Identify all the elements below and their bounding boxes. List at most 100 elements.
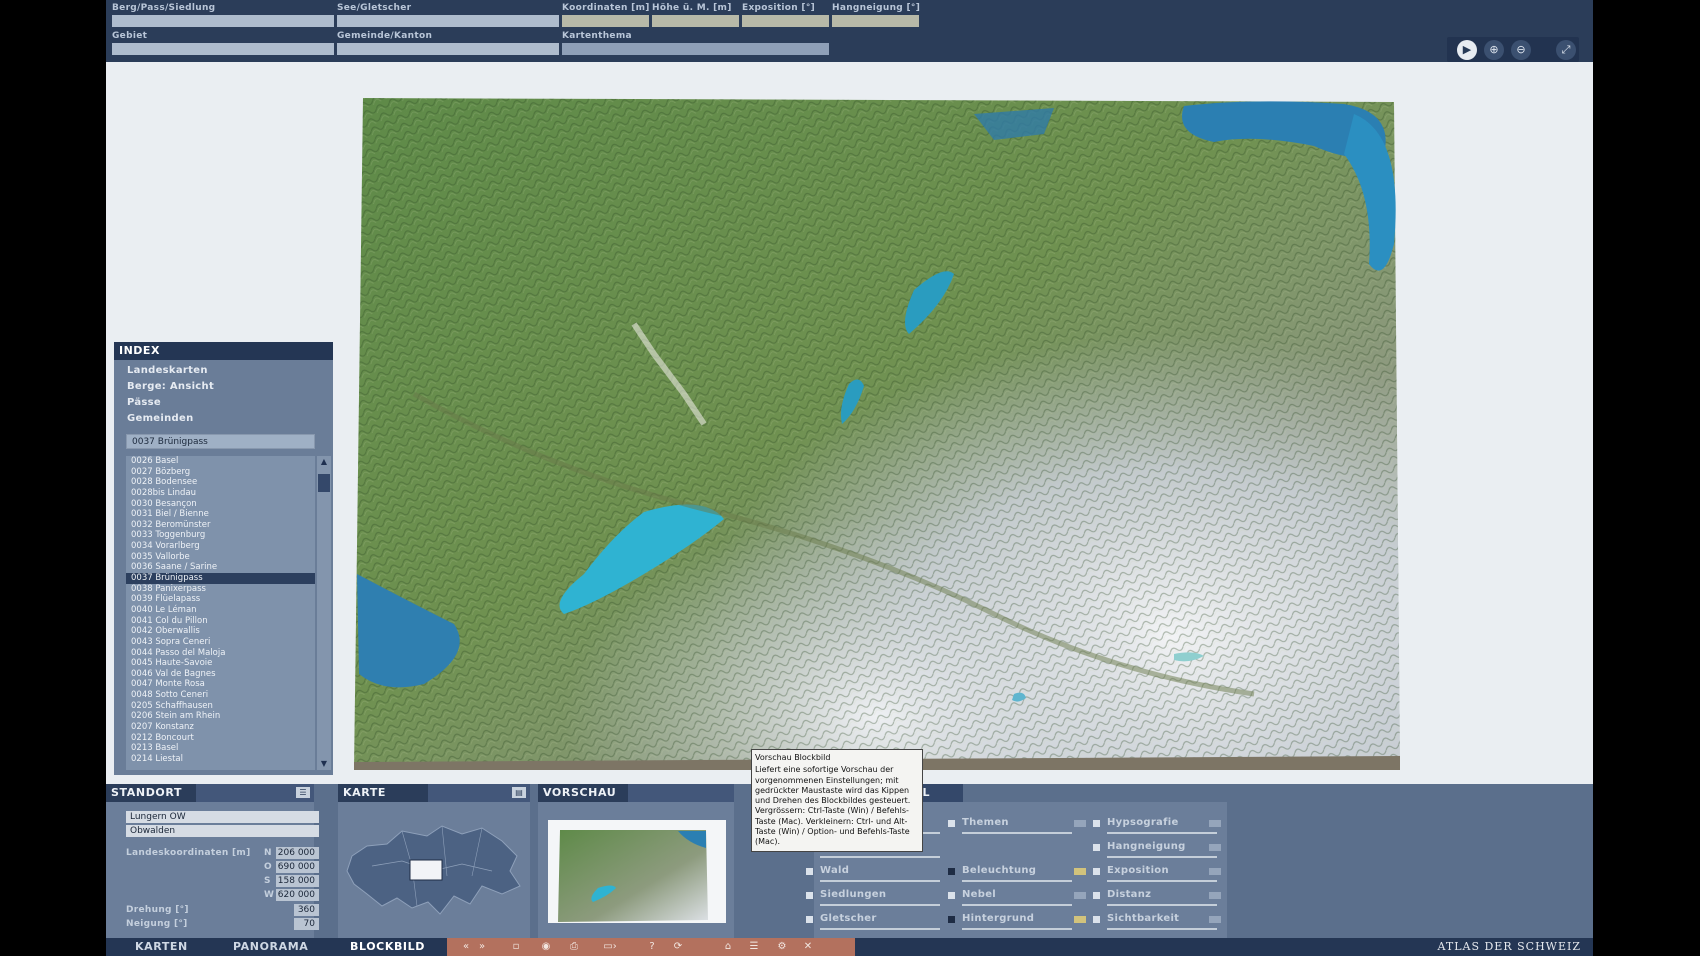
- index-list-item[interactable]: 0047 Monte Rosa: [126, 679, 315, 690]
- field-gebiet: [112, 43, 334, 55]
- help-icon[interactable]: ?: [643, 939, 661, 955]
- index-list-item[interactable]: 0034 Vorarlberg: [126, 541, 315, 552]
- index-list-item[interactable]: 0212 Boncourt: [126, 733, 315, 744]
- field-label-koordinaten: Koordinaten [m]: [562, 3, 650, 13]
- layer-gletscher[interactable]: Gletscher: [806, 912, 940, 932]
- place-field[interactable]: Lungern OW: [126, 811, 319, 823]
- forward-icon[interactable]: »: [473, 939, 491, 955]
- index-list-item[interactable]: 0036 Saane / Sarine: [126, 562, 315, 573]
- layer-beleuchtung[interactable]: Beleuchtung: [948, 864, 1088, 884]
- index-category-paesse[interactable]: Pässe: [127, 397, 161, 408]
- scroll-up-icon[interactable]: ▲: [317, 456, 331, 468]
- layers-titlebar: [963, 784, 1227, 802]
- index-list-item[interactable]: 0028 Bodensee: [126, 477, 315, 488]
- neigung-label: Neigung [°]: [126, 919, 188, 929]
- index-list-item[interactable]: 0040 Le Léman: [126, 605, 315, 616]
- index-list-item[interactable]: 0039 Flüelapass: [126, 594, 315, 605]
- scroll-down-icon[interactable]: ▼: [317, 758, 331, 770]
- scroll-thumb[interactable]: [318, 474, 330, 492]
- index-list-item[interactable]: 0044 Passo del Maloja: [126, 648, 315, 659]
- n-value[interactable]: 206 000: [276, 847, 319, 859]
- index-list-item[interactable]: 0032 Beromünster: [126, 520, 315, 531]
- field-hangneigung: [832, 15, 919, 27]
- tool-strip: « » ▫ ◉ ⎙ ▭› ? ⟳ ⌂ ☰ ⚙ ✕: [447, 938, 855, 956]
- index-list-item[interactable]: 0205 Schaffhausen: [126, 701, 315, 712]
- close-icon[interactable]: ✕: [799, 939, 817, 955]
- layer-siedlungen[interactable]: Siedlungen: [806, 888, 940, 908]
- index-list-item[interactable]: 0035 Vallorbe: [126, 552, 315, 563]
- index-list-item[interactable]: 0026 Basel: [126, 456, 315, 467]
- zoom-in-icon[interactable]: ⊕: [1484, 40, 1504, 60]
- index-list-item[interactable]: 0214 Liestal: [126, 754, 315, 765]
- zoom-out-icon[interactable]: ⊖: [1511, 40, 1531, 60]
- trash-icon[interactable]: ▫: [507, 939, 525, 955]
- index-search-input[interactable]: 0037 Brünigpass: [126, 434, 315, 449]
- tooltip-text: Liefert eine sofortige Vorschau der vorg…: [755, 765, 911, 847]
- terrain-block[interactable]: [354, 94, 1400, 770]
- field-exposition: [742, 15, 829, 27]
- field-berg: [112, 15, 334, 27]
- rotate-icon[interactable]: ⟳: [669, 939, 687, 955]
- print-icon[interactable]: ⎙: [565, 939, 583, 955]
- index-list-item[interactable]: 0042 Oberwallis: [126, 626, 315, 637]
- n-label: N: [264, 848, 272, 858]
- index-list-item[interactable]: 0045 Haute-Savoie: [126, 658, 315, 669]
- map-icon[interactable]: ▤: [512, 787, 526, 798]
- karte-title: KARTE: [338, 784, 428, 802]
- index-list-item[interactable]: 0207 Konstanz: [126, 722, 315, 733]
- index-list-item[interactable]: 0048 Sotto Ceneri: [126, 690, 315, 701]
- layer-sichtbarkeit[interactable]: Sichtbarkeit: [1093, 912, 1223, 932]
- layer-exposition[interactable]: Exposition: [1093, 864, 1223, 884]
- index-list-item[interactable]: 0027 Bözberg: [126, 467, 315, 478]
- layer-themen[interactable]: Themen: [948, 816, 1088, 836]
- play-icon[interactable]: ▶: [1457, 40, 1477, 60]
- layer-wald[interactable]: Wald: [806, 864, 940, 884]
- nav-tab-panorama[interactable]: PANORAMA: [233, 938, 308, 956]
- nav-tab-karten[interactable]: KARTEN: [135, 938, 188, 956]
- index-list-item[interactable]: 0031 Biel / Bienne: [126, 509, 315, 520]
- index-list-item[interactable]: 0043 Sopra Ceneri: [126, 637, 315, 648]
- export-icon[interactable]: ▭›: [597, 939, 623, 955]
- neigung-value[interactable]: 70: [294, 918, 319, 930]
- index-list[interactable]: 0026 Basel 0027 Bözberg 0028 Bodensee 0028b…: [126, 456, 315, 770]
- canton-field[interactable]: Obwalden: [126, 825, 319, 837]
- w-value[interactable]: 620 000: [276, 889, 319, 901]
- layer-hangneigung[interactable]: Hangneigung: [1093, 840, 1223, 860]
- layer-hypsografie[interactable]: Hypsografie: [1093, 816, 1223, 836]
- gear-icon[interactable]: ⚙: [773, 939, 791, 955]
- field-label-berg: Berg/Pass/Siedlung: [112, 3, 216, 13]
- index-list-item[interactable]: 0041 Col du Pillon: [126, 616, 315, 627]
- index-category-gemeinden[interactable]: Gemeinden: [127, 413, 194, 424]
- index-list-item[interactable]: 0046 Val de Bagnes: [126, 669, 315, 680]
- index-scrollbar[interactable]: ▲ ▼: [317, 456, 331, 770]
- index-list-item[interactable]: 0030 Besançon: [126, 499, 315, 510]
- index-category-landeskarten[interactable]: Landeskarten: [127, 365, 208, 376]
- index-list-item[interactable]: 0038 Panixerpass: [126, 584, 315, 595]
- index-list-item[interactable]: 0028bis Lindau: [126, 488, 315, 499]
- index-list-item[interactable]: 0033 Toggenburg: [126, 530, 315, 541]
- s-value[interactable]: 158 000: [276, 875, 319, 887]
- home-icon[interactable]: ⌂: [719, 939, 737, 955]
- index-list-item[interactable]: 0213 Basel: [126, 743, 315, 754]
- layer-nebel[interactable]: Nebel: [948, 888, 1088, 908]
- index-title: INDEX: [114, 342, 333, 360]
- o-label: O: [264, 862, 272, 872]
- index-list-item[interactable]: 0037 Brünigpass: [126, 573, 315, 584]
- settings-list-icon[interactable]: ☰: [745, 939, 763, 955]
- preview-thumbnail[interactable]: [558, 828, 708, 923]
- overview-map[interactable]: [342, 816, 526, 926]
- layer-sichtbarkeit-label: Sichtbarkeit: [1107, 913, 1180, 924]
- lock-icon[interactable]: ◉: [537, 939, 555, 955]
- index-list-item[interactable]: 0206 Stein am Rhein: [126, 711, 315, 722]
- field-kartenthema: [562, 43, 829, 55]
- fullscreen-icon[interactable]: ⤢: [1556, 40, 1576, 60]
- layer-siedlungen-label: Siedlungen: [820, 889, 887, 900]
- list-icon[interactable]: ☰: [296, 787, 310, 798]
- nav-tab-blockbild[interactable]: BLOCKBILD: [350, 938, 425, 956]
- o-value[interactable]: 690 000: [276, 861, 319, 873]
- field-gemeinde: [337, 43, 559, 55]
- layer-hintergrund[interactable]: Hintergrund: [948, 912, 1088, 932]
- index-category-berge[interactable]: Berge: Ansicht: [127, 381, 214, 392]
- layer-distanz[interactable]: Distanz: [1093, 888, 1223, 908]
- drehung-value[interactable]: 360: [294, 904, 319, 916]
